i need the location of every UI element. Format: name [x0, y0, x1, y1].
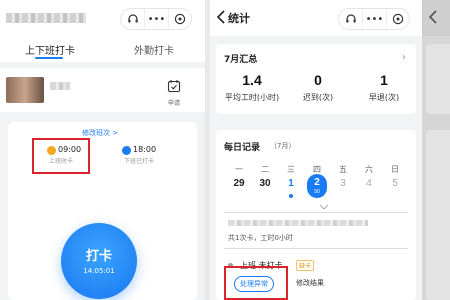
more-icon[interactable]: •••	[144, 9, 167, 29]
date-cell[interactable]: 5	[382, 178, 408, 204]
apply-label: 申请	[167, 100, 180, 107]
stat-value-avg-hours: 1.4	[242, 72, 262, 88]
daily-title: 每日记录	[224, 143, 261, 153]
blurred-shift-info	[228, 220, 368, 226]
back-button[interactable]	[428, 10, 438, 27]
tab-field-punch[interactable]: 外勤打卡	[112, 42, 196, 57]
edit-shift-link[interactable]: 修改班次 >	[82, 128, 118, 138]
clock-in-label: 上班时卡	[49, 158, 74, 165]
date-cell[interactable]: 29	[226, 178, 252, 204]
stat-label-early: 早退(次)	[368, 93, 400, 102]
more-icon[interactable]: •••	[362, 9, 385, 29]
chevron-left-icon	[428, 10, 437, 24]
selected-date-sub: 50	[314, 189, 320, 195]
weekday-tue: 二	[261, 165, 269, 174]
blurred-title	[6, 13, 86, 23]
chevron-right-icon[interactable]: ›	[402, 52, 406, 63]
close-icon[interactable]	[385, 9, 409, 29]
month-badge[interactable]: （7月）	[270, 141, 295, 151]
date-cell[interactable]: 3	[330, 178, 356, 204]
divider	[224, 212, 408, 213]
weekday-sat: 六	[365, 165, 373, 174]
chevron-left-icon	[216, 10, 225, 24]
date-cell[interactable]: 30	[252, 178, 278, 204]
close-icon[interactable]	[167, 9, 191, 29]
headset-icon[interactable]	[339, 9, 362, 29]
apply-button[interactable]: 申请	[165, 79, 183, 107]
weekday-sun: 日	[391, 165, 399, 174]
divider	[224, 248, 408, 249]
weekday-mon: 一	[235, 165, 243, 174]
monthly-summary-card: 7月汇总 › 1.4 平均工时(小时) 0 迟到(次) 1 早退(次)	[216, 44, 416, 114]
date-cell[interactable]: 4	[356, 178, 382, 204]
calendar-check-icon	[167, 80, 181, 93]
punch-button-label: 打卡	[85, 249, 112, 264]
date-cell[interactable]: 1	[278, 178, 304, 204]
day-summary: 共1次卡，工时0小时	[228, 234, 293, 242]
date-row: 29 30 1 2 50 3 4 5	[226, 174, 408, 204]
back-button[interactable]	[216, 10, 226, 27]
page-title: 统计	[228, 12, 250, 25]
punch-button[interactable]: 打卡 14:05:01	[61, 223, 137, 299]
tab-active-indicator	[35, 57, 63, 59]
weekday-wed: 三	[287, 165, 295, 174]
summary-title: 7月汇总	[224, 55, 258, 65]
capsule-menu: •••	[338, 8, 410, 30]
stat-label-late: 迟到(次)	[302, 93, 334, 102]
clock-out-label: 下班已打卡	[124, 158, 155, 165]
tab-commute-punch[interactable]: 上下班打卡	[8, 42, 92, 57]
weekday-fri: 五	[339, 165, 347, 174]
record-dot	[289, 194, 293, 198]
stat-label-avg-hours: 平均工时(小时)	[224, 93, 280, 102]
section-divider	[0, 62, 205, 68]
stat-value-late: 0	[314, 72, 322, 88]
modify-result-link[interactable]: 修改结果	[296, 278, 324, 288]
overlay-card	[426, 130, 450, 300]
selected-date: 2	[314, 177, 320, 188]
clock-in-status-dot	[47, 146, 56, 155]
daily-records-card: 每日记录 （7月） 一 二 三 四 五 六 日 29 30 1 2 50 3 4…	[216, 130, 416, 300]
overlay-card	[426, 44, 450, 114]
punch-button-time: 14:05:01	[83, 267, 115, 275]
clock-out-time: 18:00	[133, 145, 157, 154]
handle-exception-button[interactable]: 处理异常	[234, 276, 274, 292]
attendance-panel: ••• 上下班打卡 外勤打卡 申请 修改班次 > 09:00 上班时卡 18:0…	[0, 0, 205, 300]
stat-value-early: 1	[380, 72, 388, 88]
avatar	[6, 77, 44, 103]
clock-in-time: 09:00	[58, 145, 82, 154]
clock-out-check-icon	[122, 146, 131, 155]
headset-icon[interactable]	[121, 9, 144, 29]
capsule-menu: •••	[120, 8, 192, 30]
statistics-panel: 统计 ••• 7月汇总 › 1.4 平均工时(小时) 0 迟到(次) 1 早退(…	[210, 0, 422, 300]
overlay-panel-partial	[422, 0, 450, 300]
status-badge: 缺卡	[296, 260, 315, 271]
date-cell-selected[interactable]: 2 50	[304, 174, 330, 204]
blurred-user-name	[50, 82, 70, 90]
